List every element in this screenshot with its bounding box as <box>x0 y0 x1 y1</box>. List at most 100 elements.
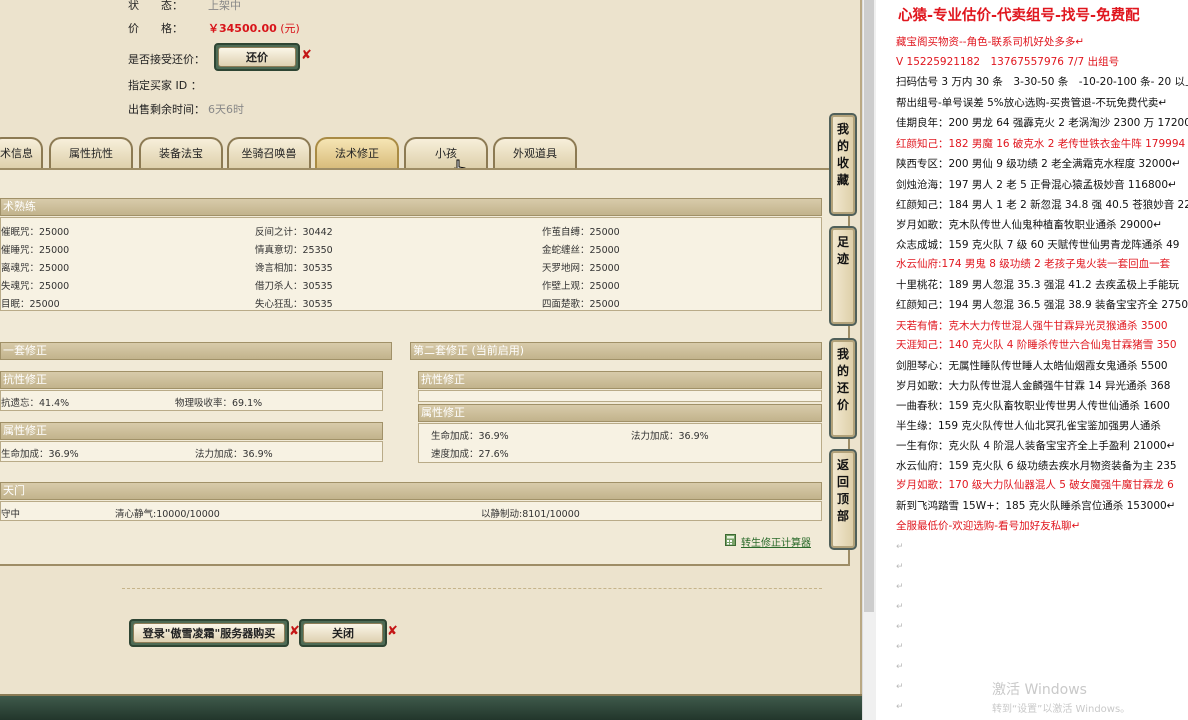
paragraph-mark: ↵ <box>896 582 904 592</box>
tab-attributes[interactable]: 属性抗性 <box>49 137 133 169</box>
rebirth-calculator-link[interactable]: 转生修正计算器 <box>741 534 811 549</box>
set2-attr-cell: 法力加成：36.9% <box>631 431 709 442</box>
paragraph-mark: ↵ <box>896 682 904 692</box>
login-buy-button[interactable]: 登录"傲雪凌霜"服务器购买 <box>129 619 289 647</box>
document-line: 天若有情：克木大力传世混人强牛甘霖异光灵猴通杀 3500 <box>896 320 1168 332</box>
document-line: 扫码估号 3 万内 30 条 3-30-50 条 -10-20-100 条- 2… <box>896 76 1188 88</box>
skill-cell: 作壁上观：25000 <box>542 281 620 292</box>
skill-cell: 情真意切：25350 <box>255 245 333 256</box>
set1-resist-box: 抗遗忘：41.4% 物理吸收率：69.1% <box>0 390 383 411</box>
windows-activation-subtitle: 转到“设置”以激活 Windows。 <box>992 704 1131 715</box>
school-box: 守中 清心静气:10000/10000 以静制动:8101/10000 <box>0 501 822 521</box>
tab-children[interactable]: 小孩 <box>404 137 488 169</box>
document-line: 剑胆琴心：无属性睡队传世睡人太皓仙烟霞女鬼通杀 5500 <box>896 360 1168 372</box>
document-panel: 心猿-专业估价-代卖组号-找号-免费配 藏宝阁买物资--角色-联系司机好处多多↵… <box>876 0 1188 720</box>
set2-attr-header: 属性修正 <box>418 404 822 422</box>
side-button-char: 的 <box>836 364 849 378</box>
document-line: 新到飞鸿踏雪 15W+：185 克火队睡杀宫位通杀 153000↵ <box>896 500 1176 512</box>
skill-cell: 天罗地网：25000 <box>542 263 620 274</box>
skill-cell: 催睡咒：25000 <box>1 245 70 256</box>
skill-cell: 离魂咒：25000 <box>1 263 70 274</box>
set1-resist-cell: 物理吸收率：69.1% <box>175 398 263 409</box>
close-button[interactable]: 关闭 <box>299 619 387 647</box>
side-button-char: 返 <box>836 458 849 472</box>
side-button-char: 的 <box>836 139 849 153</box>
document-line: 帮出组号-单号误差 5%放心选购-买贵管退-不玩免费代卖↵ <box>896 97 1168 109</box>
school-cell: 以静制动:8101/10000 <box>481 509 580 520</box>
school-cell: 清心静气:10000/10000 <box>115 509 220 520</box>
dashed-divider <box>122 588 822 589</box>
price-value: ￥34500.00 <box>208 22 277 35</box>
set1-resist-header: 抗性修正 <box>0 371 383 389</box>
document-line: V 15225921182 13767557976 7/7 出组号 <box>896 56 1120 68</box>
paragraph-mark: ↵ <box>896 702 904 712</box>
my-counter-offers-button[interactable]: 我的还价 <box>829 338 857 439</box>
set2-resist-box <box>418 390 822 402</box>
side-button-char: 部 <box>836 509 849 523</box>
price-row: 价 格： ￥34500.00 (元) <box>128 20 300 36</box>
status-value: 上架中 <box>208 0 241 12</box>
close-x-icon[interactable]: ✘ <box>387 624 398 639</box>
document-line: 水云仙府:174 男鬼 8 级功绩 2 老孩子鬼火装一套回血一套 <box>896 258 1171 270</box>
skill-cell: 失魂咒：25000 <box>1 281 70 292</box>
skill-cell: 反间之计：30442 <box>255 227 333 238</box>
calculator-icon <box>725 534 736 546</box>
skill-proficiency-header: 术熟练 <box>0 198 822 216</box>
price-unit: (元) <box>280 22 300 35</box>
document-line: 剑烛沧海：197 男人 2 老 5 正骨混心猿孟极妙音 116800↵ <box>896 179 1177 191</box>
tab-spell-correction[interactable]: 法术修正 <box>315 137 399 169</box>
spell-correction-content: 术熟练 催眠咒：25000 反间之计：30442 作茧自缚：25000 催睡咒：… <box>0 168 850 566</box>
paragraph-mark: ↵ <box>896 642 904 652</box>
buyer-id-label: 指定买家 ID ： <box>128 79 202 92</box>
scrollbar-thumb[interactable] <box>864 0 874 612</box>
set1-header: 一套修正 <box>0 342 392 360</box>
decorative-footer-strip <box>0 694 862 720</box>
side-button-char: 价 <box>836 398 849 412</box>
side-button-char: 收 <box>836 156 849 170</box>
skill-cell: 催眠咒：25000 <box>1 227 70 238</box>
side-button-char: 我 <box>836 122 849 136</box>
side-button-char: 顶 <box>836 492 849 506</box>
document-line: 红颜知己：194 男人忽混 36.5 强混 38.9 装备宝宝齐全 2750 <box>896 299 1188 311</box>
side-button-char: 足 <box>836 235 849 249</box>
document-line: 水云仙府：159 克火队 6 级功绩去疾水月物资装备为主 235 <box>896 460 1177 472</box>
back-to-top-button[interactable]: 返回顶部 <box>829 449 857 550</box>
paragraph-mark: ↵ <box>896 662 904 672</box>
document-line: 全服最低价-欢迎选购-看号加好友私聊↵ <box>896 520 1081 532</box>
set2-attr-box: 生命加成：36.9% 法力加成：36.9% 速度加成：27.6% <box>418 423 822 463</box>
skill-cell: 目眠：25000 <box>1 299 60 310</box>
counter-offer-button[interactable]: 还价 <box>214 43 300 71</box>
remaining-time-value: 6天6时 <box>208 103 244 116</box>
side-button-char: 还 <box>836 381 849 395</box>
tab-role-info[interactable]: 术信息 <box>0 137 43 169</box>
tab-equipment[interactable]: 装备法宝 <box>139 137 223 169</box>
document-line: 天涯知己：140 克火队 4 阶睡杀传世六合仙鬼甘霖猪雪 350 <box>896 339 1177 351</box>
set1-resist-cell: 抗遗忘：41.4% <box>1 398 70 409</box>
price-label: 价 格： <box>128 22 183 35</box>
paragraph-mark: ↵ <box>896 562 904 572</box>
footprints-button[interactable]: 足迹 <box>829 226 857 326</box>
screen: 状 态： 上架中 价 格： ￥34500.00 (元) 是否接受还价： 还价 ✘ 指… <box>0 0 1188 720</box>
skill-proficiency-box: 催眠咒：25000 反间之计：30442 作茧自缚：25000 催睡咒：2500… <box>0 217 822 311</box>
close-button-label: 关闭 <box>303 623 383 643</box>
document-line: 红颜知己：184 男人 1 老 2 新忽混 34.8 强 40.5 苍狼妙音 2… <box>896 199 1188 211</box>
school-header: 天门 <box>0 482 822 500</box>
set1-attr-cell: 法力加成：36.9% <box>195 449 273 460</box>
document-line: 众志成城：159 克火队 7 级 60 天赋传世仙男青龙阵通杀 49 <box>896 239 1180 251</box>
buyer-id-row: 指定买家 ID ： <box>128 77 208 93</box>
game-listing-panel: 状 态： 上架中 价 格： ￥34500.00 (元) 是否接受还价： 还价 ✘ 指… <box>0 0 862 720</box>
document-line: 红颜知己：182 男魔 16 破克水 2 老传世铁衣金牛阵 179994 <box>896 138 1186 150</box>
side-button-char: 我 <box>836 347 849 361</box>
tab-mounts-pets[interactable]: 坐骑召唤兽 <box>227 137 311 169</box>
document-title: 心猿-专业估价-代卖组号-找号-免费配 <box>898 8 1140 24</box>
side-button-char: 藏 <box>836 173 849 187</box>
remaining-time-row: 出售剩余时间： 6天6时 <box>128 101 244 117</box>
tab-appearance[interactable]: 外观道具 <box>493 137 577 169</box>
close-x-icon[interactable]: ✘ <box>301 48 312 63</box>
document-line: 一生有你：克火队 4 阶混人装备宝宝齐全上手盈利 21000↵ <box>896 440 1176 452</box>
windows-activation-title: 激活 Windows <box>992 682 1087 698</box>
my-favorites-button[interactable]: 我的收藏 <box>829 113 857 216</box>
remaining-time-label: 出售剩余时间： <box>128 103 205 116</box>
skill-cell: 谗言相加：30535 <box>255 263 333 274</box>
side-button-char: 迹 <box>836 252 849 266</box>
